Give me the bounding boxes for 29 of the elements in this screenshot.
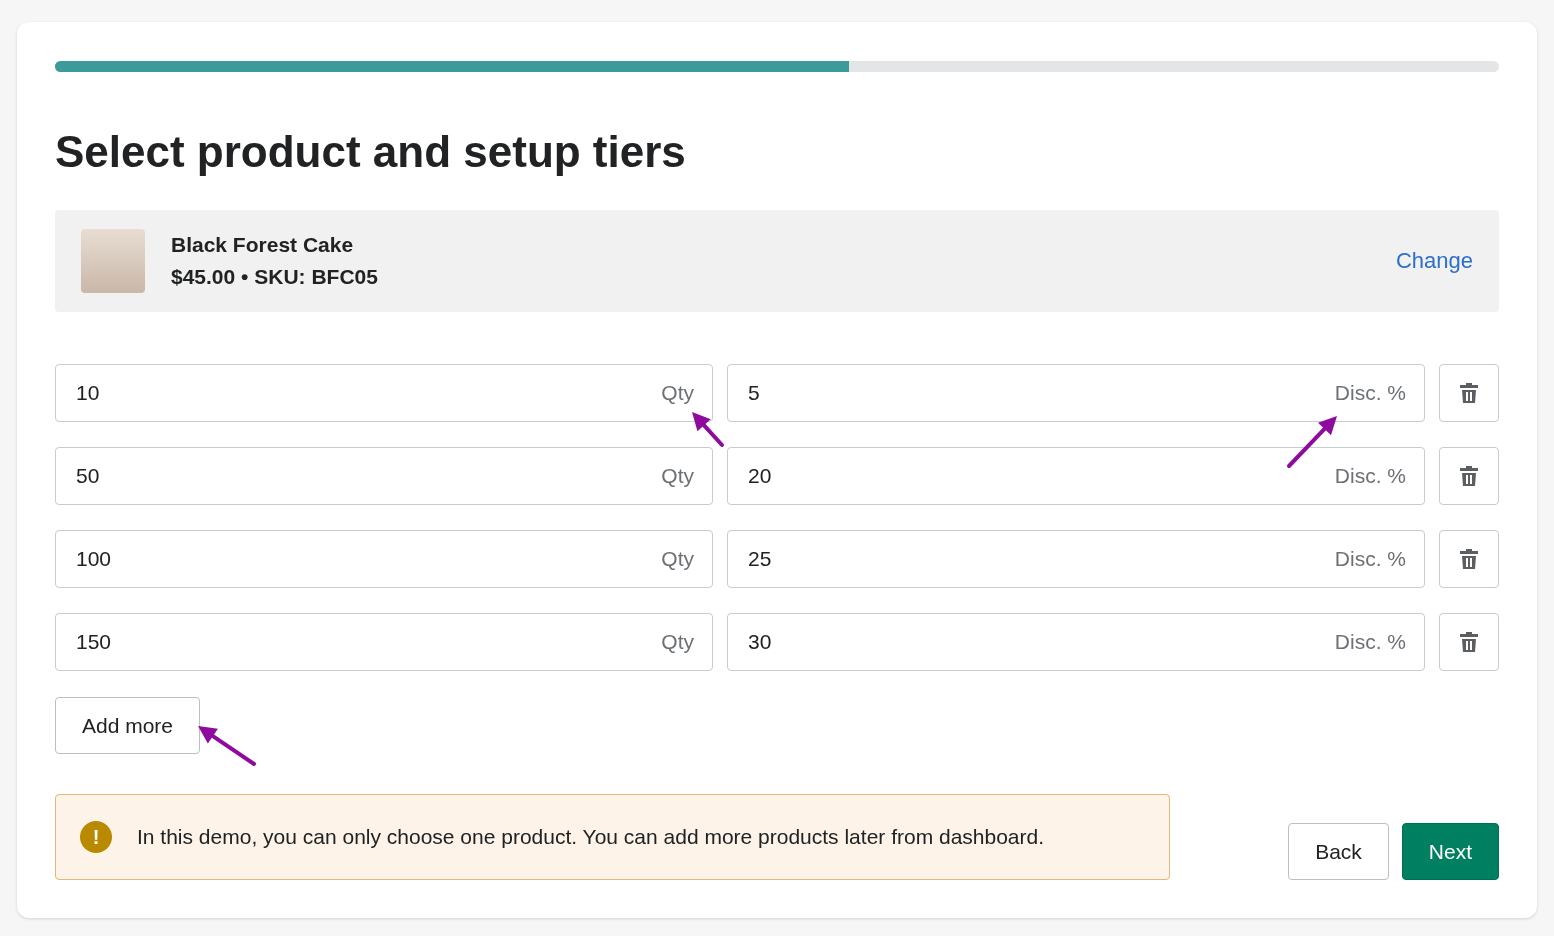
warning-icon: ! xyxy=(80,821,112,853)
delete-button[interactable] xyxy=(1439,447,1499,505)
quantity-suffix: Qty xyxy=(661,547,694,571)
annotation-arrow xyxy=(1287,416,1337,468)
back-button[interactable]: Back xyxy=(1288,823,1389,880)
trash-icon xyxy=(1459,548,1479,570)
quantity-suffix: Qty xyxy=(661,630,694,654)
trash-icon xyxy=(1459,631,1479,653)
trash-icon xyxy=(1459,465,1479,487)
delete-button[interactable] xyxy=(1439,530,1499,588)
delete-button[interactable] xyxy=(1439,613,1499,671)
quantity-suffix: Qty xyxy=(661,464,694,488)
product-price-sku: $45.00 • SKU: BFC05 xyxy=(171,264,379,289)
product-name: Black Forest Cake xyxy=(171,232,355,257)
discount-suffix: Disc. % xyxy=(1334,464,1406,488)
notice-text: In this demo, you can only choose one product. You can add more products later from dashboard. xyxy=(137,825,1045,849)
discount-suffix: Disc. % xyxy=(1334,630,1406,654)
page-title: Select product and setup tiers xyxy=(55,125,687,178)
next-button[interactable]: Next xyxy=(1401,823,1499,880)
change-link[interactable]: Change xyxy=(1395,247,1473,274)
delete-button[interactable] xyxy=(1439,364,1499,422)
discount-suffix: Disc. % xyxy=(1334,381,1406,405)
discount-suffix: Disc. % xyxy=(1334,547,1406,571)
quantity-suffix: Qty xyxy=(661,381,694,405)
add-more-button[interactable]: Add more xyxy=(55,697,201,754)
photo-placeholder xyxy=(81,228,145,293)
annotation-arrow xyxy=(198,726,256,766)
annotation-arrow xyxy=(692,412,724,447)
trash-icon xyxy=(1459,382,1479,404)
